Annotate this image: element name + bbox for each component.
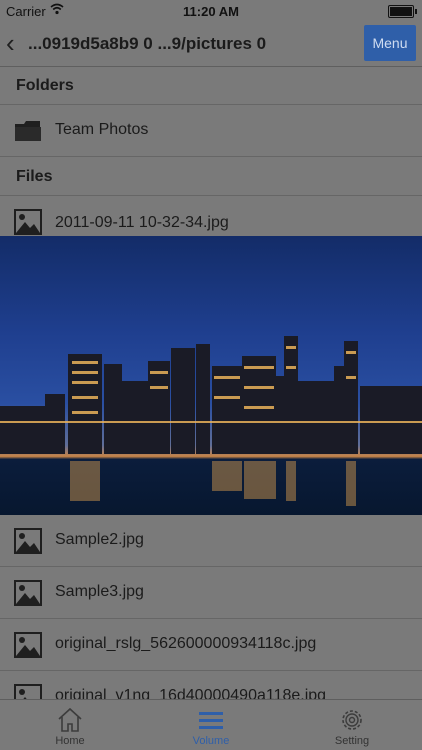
tab-setting[interactable]: Setting bbox=[282, 700, 422, 750]
folder-name: Team Photos bbox=[55, 121, 149, 138]
tab-home-label: Home bbox=[55, 735, 85, 747]
gear-icon bbox=[342, 710, 362, 730]
tab-home[interactable]: Home bbox=[0, 700, 140, 750]
battery-icon bbox=[388, 5, 417, 18]
image-icon bbox=[14, 209, 42, 235]
file-row[interactable]: 2011-09-11 10-32-34.jpg bbox=[0, 197, 422, 237]
files-section-header: Files bbox=[0, 158, 422, 196]
image-icon bbox=[14, 528, 42, 554]
image-icon bbox=[14, 580, 42, 606]
home-icon bbox=[58, 707, 82, 732]
folder-row[interactable]: Team Photos bbox=[0, 105, 422, 157]
navigation-bar: ‹ ...0919d5a8b9 0 ...9/pictures 0 Menu bbox=[0, 22, 422, 67]
file-name: Sample2.jpg bbox=[55, 531, 144, 548]
folder-icon bbox=[15, 121, 41, 141]
photo-preview[interactable] bbox=[0, 236, 422, 515]
status-time: 11:20 AM bbox=[183, 4, 239, 19]
file-name: original_rslg_562600000934118c.jpg bbox=[55, 635, 317, 652]
tab-volume[interactable]: Volume bbox=[141, 700, 281, 750]
status-bar: Carrier 11:20 AM bbox=[0, 0, 422, 22]
file-name: 2011-09-11 10-32-34.jpg bbox=[55, 214, 229, 231]
image-icon bbox=[14, 632, 42, 658]
tab-bar: Home Volume Setting bbox=[0, 699, 422, 750]
back-chevron-icon[interactable]: ‹ bbox=[6, 30, 15, 56]
file-row[interactable]: Sample2.jpg bbox=[0, 515, 422, 567]
tab-setting-label: Setting bbox=[334, 735, 370, 747]
page-title: ...0919d5a8b9 0 ...9/pictures 0 bbox=[28, 34, 267, 53]
file-row[interactable]: Sample3.jpg bbox=[0, 567, 422, 619]
list-icon bbox=[199, 712, 223, 729]
file-name: Sample3.jpg bbox=[55, 583, 144, 600]
folders-section-header: Folders bbox=[0, 67, 422, 105]
menu-button[interactable]: Menu bbox=[364, 25, 416, 61]
city-skyline-image bbox=[0, 336, 422, 506]
tab-volume-label: Volume bbox=[192, 735, 230, 747]
file-row[interactable]: original_rslg_562600000934118c.jpg bbox=[0, 619, 422, 671]
